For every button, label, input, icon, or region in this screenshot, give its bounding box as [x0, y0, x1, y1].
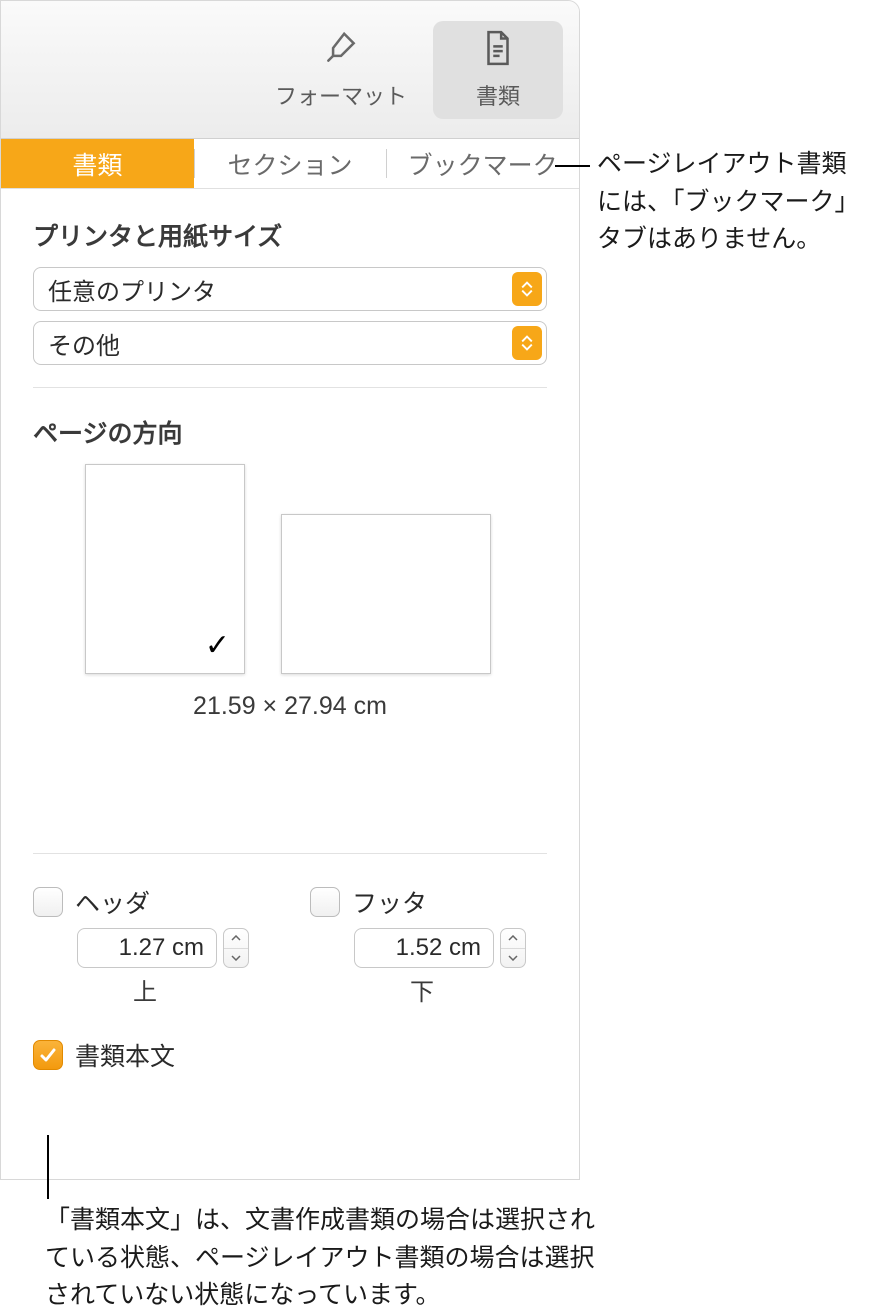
document-toolbar-button[interactable]: 書類 — [433, 21, 563, 119]
header-checkbox[interactable] — [33, 887, 63, 917]
toolbar: フォーマット 書類 — [1, 1, 579, 139]
paper-size-select-value: その他 — [48, 326, 120, 361]
document-icon — [479, 29, 517, 73]
updown-arrows-icon — [512, 272, 542, 306]
top-label: 上 — [33, 972, 270, 1007]
document-toolbar-label: 書類 — [476, 79, 520, 111]
body-callout-text: 「書類本文」は、文書作成書類の場合は選択されている状態、ページレイアウト書類の場… — [45, 1202, 605, 1315]
header-margin-input[interactable] — [77, 928, 217, 968]
orientation-landscape-button[interactable] — [281, 514, 491, 674]
document-body-label: 書類本文 — [75, 1037, 175, 1073]
chevron-up-icon — [501, 929, 525, 948]
callout-leader-line — [47, 1135, 49, 1199]
divider — [33, 387, 547, 388]
inspector-tabs: 書類 セクション ブックマーク — [1, 139, 579, 189]
header-margin-stepper[interactable] — [223, 928, 249, 968]
page-size-text: 21.59 × 27.94 cm — [33, 692, 547, 721]
paintbrush-icon — [322, 29, 360, 73]
format-toolbar-button[interactable]: フォーマット — [257, 21, 425, 119]
footer-margin-input[interactable] — [354, 928, 494, 968]
document-inspector-panel: フォーマット 書類 書類 セクション ブックマーク プリンタと用紙サイズ 任意の — [0, 0, 580, 1180]
document-body-checkbox[interactable] — [33, 1040, 63, 1070]
printer-select-value: 任意のプリンタ — [48, 272, 216, 307]
orientation-portrait-button[interactable]: ✓ — [85, 464, 245, 674]
divider — [33, 853, 547, 854]
footer-checkbox[interactable] — [310, 887, 340, 917]
updown-arrows-icon — [512, 326, 542, 360]
tab-section[interactable]: セクション — [194, 139, 387, 188]
chevron-down-icon — [501, 948, 525, 968]
chevron-down-icon — [224, 948, 248, 968]
checkmark-icon: ✓ — [205, 628, 230, 663]
printer-select[interactable]: 任意のプリンタ — [33, 267, 547, 311]
printer-paper-title: プリンタと用紙サイズ — [33, 217, 547, 253]
inspector-content: プリンタと用紙サイズ 任意のプリンタ その他 ページの方向 — [1, 189, 579, 1073]
tab-document[interactable]: 書類 — [1, 139, 194, 188]
footer-margin-stepper[interactable] — [500, 928, 526, 968]
tab-bookmark[interactable]: ブックマーク — [386, 139, 579, 188]
callout-leader-line — [555, 165, 590, 167]
orientation-title: ページの方向 — [33, 414, 547, 450]
format-toolbar-label: フォーマット — [275, 79, 407, 111]
chevron-up-icon — [224, 929, 248, 948]
footer-label: フッタ — [352, 884, 427, 920]
bottom-label: 下 — [310, 972, 547, 1007]
bookmark-callout-text: ページレイアウト書類には、「ブックマーク」タブはありません。 — [597, 146, 857, 259]
paper-size-select[interactable]: その他 — [33, 321, 547, 365]
header-label: ヘッダ — [75, 884, 150, 920]
